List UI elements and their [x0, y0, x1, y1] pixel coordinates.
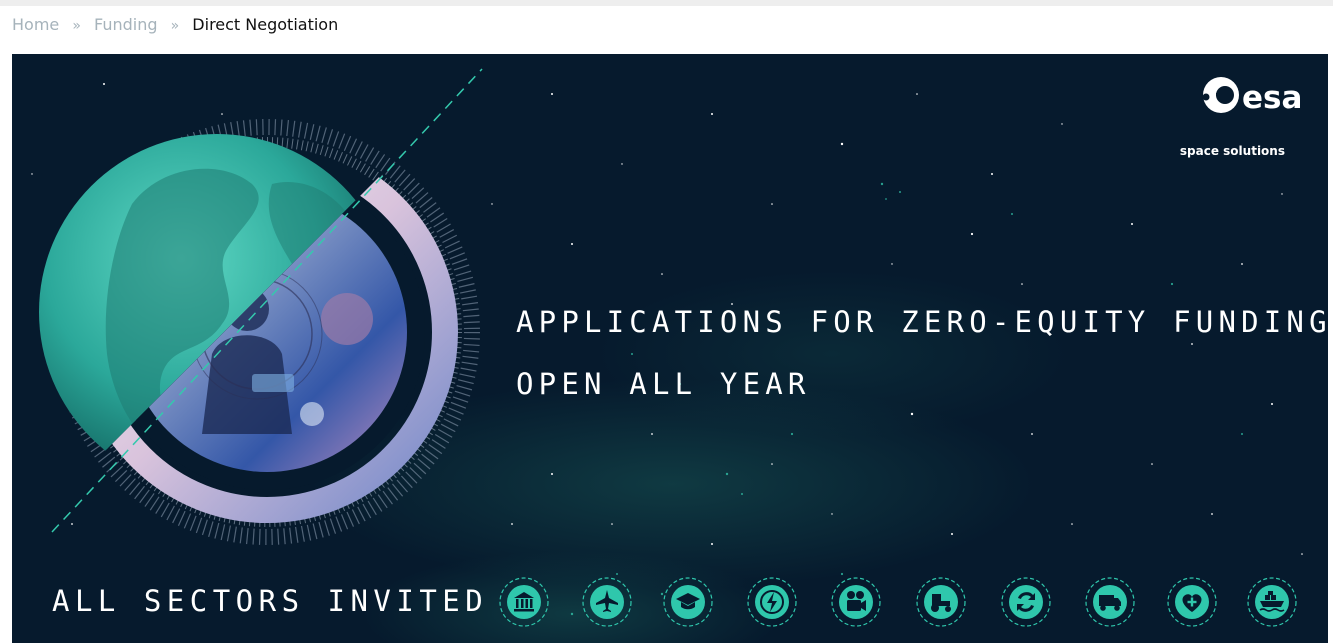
truck-icon[interactable]: [1084, 576, 1136, 628]
top-divider: [0, 0, 1333, 6]
breadcrumb-separator: »: [72, 18, 81, 34]
esa-wordmark: esa: [1242, 80, 1302, 116]
recycle-icon[interactable]: [1000, 576, 1052, 628]
logo-tagline: space solutions: [1179, 144, 1285, 158]
esa-logo: esa space solutions: [1180, 74, 1308, 158]
energy-icon[interactable]: [746, 576, 798, 628]
ship-icon[interactable]: [1246, 576, 1298, 628]
sectors-title: ALL SECTORS INVITED: [52, 584, 489, 618]
media-camera-icon[interactable]: [830, 576, 882, 628]
breadcrumb-funding-link[interactable]: Funding: [94, 15, 158, 34]
breadcrumb-current: Direct Negotiation: [192, 15, 339, 34]
institution-icon[interactable]: [498, 576, 550, 628]
breadcrumb: Home » Funding » Direct Negotiation: [12, 14, 338, 37]
hero-banner: esa space solutions APPLICATIONS FOR ZER…: [12, 54, 1328, 643]
health-heart-icon[interactable]: [1166, 576, 1218, 628]
esa-logo-mark: esa: [1202, 77, 1302, 116]
headline-line-2: OPEN ALL YEAR: [516, 367, 811, 401]
banner-headline: APPLICATIONS FOR ZERO-EQUITY FUNDING OPE…: [516, 291, 1328, 415]
breadcrumb-home-link[interactable]: Home: [12, 15, 59, 34]
airplane-icon[interactable]: [581, 576, 633, 628]
tractor-icon[interactable]: [915, 576, 967, 628]
headline-line-1: APPLICATIONS FOR ZERO-EQUITY FUNDING: [516, 305, 1328, 339]
breadcrumb-separator: »: [170, 18, 180, 34]
graduation-cap-icon[interactable]: [662, 576, 714, 628]
